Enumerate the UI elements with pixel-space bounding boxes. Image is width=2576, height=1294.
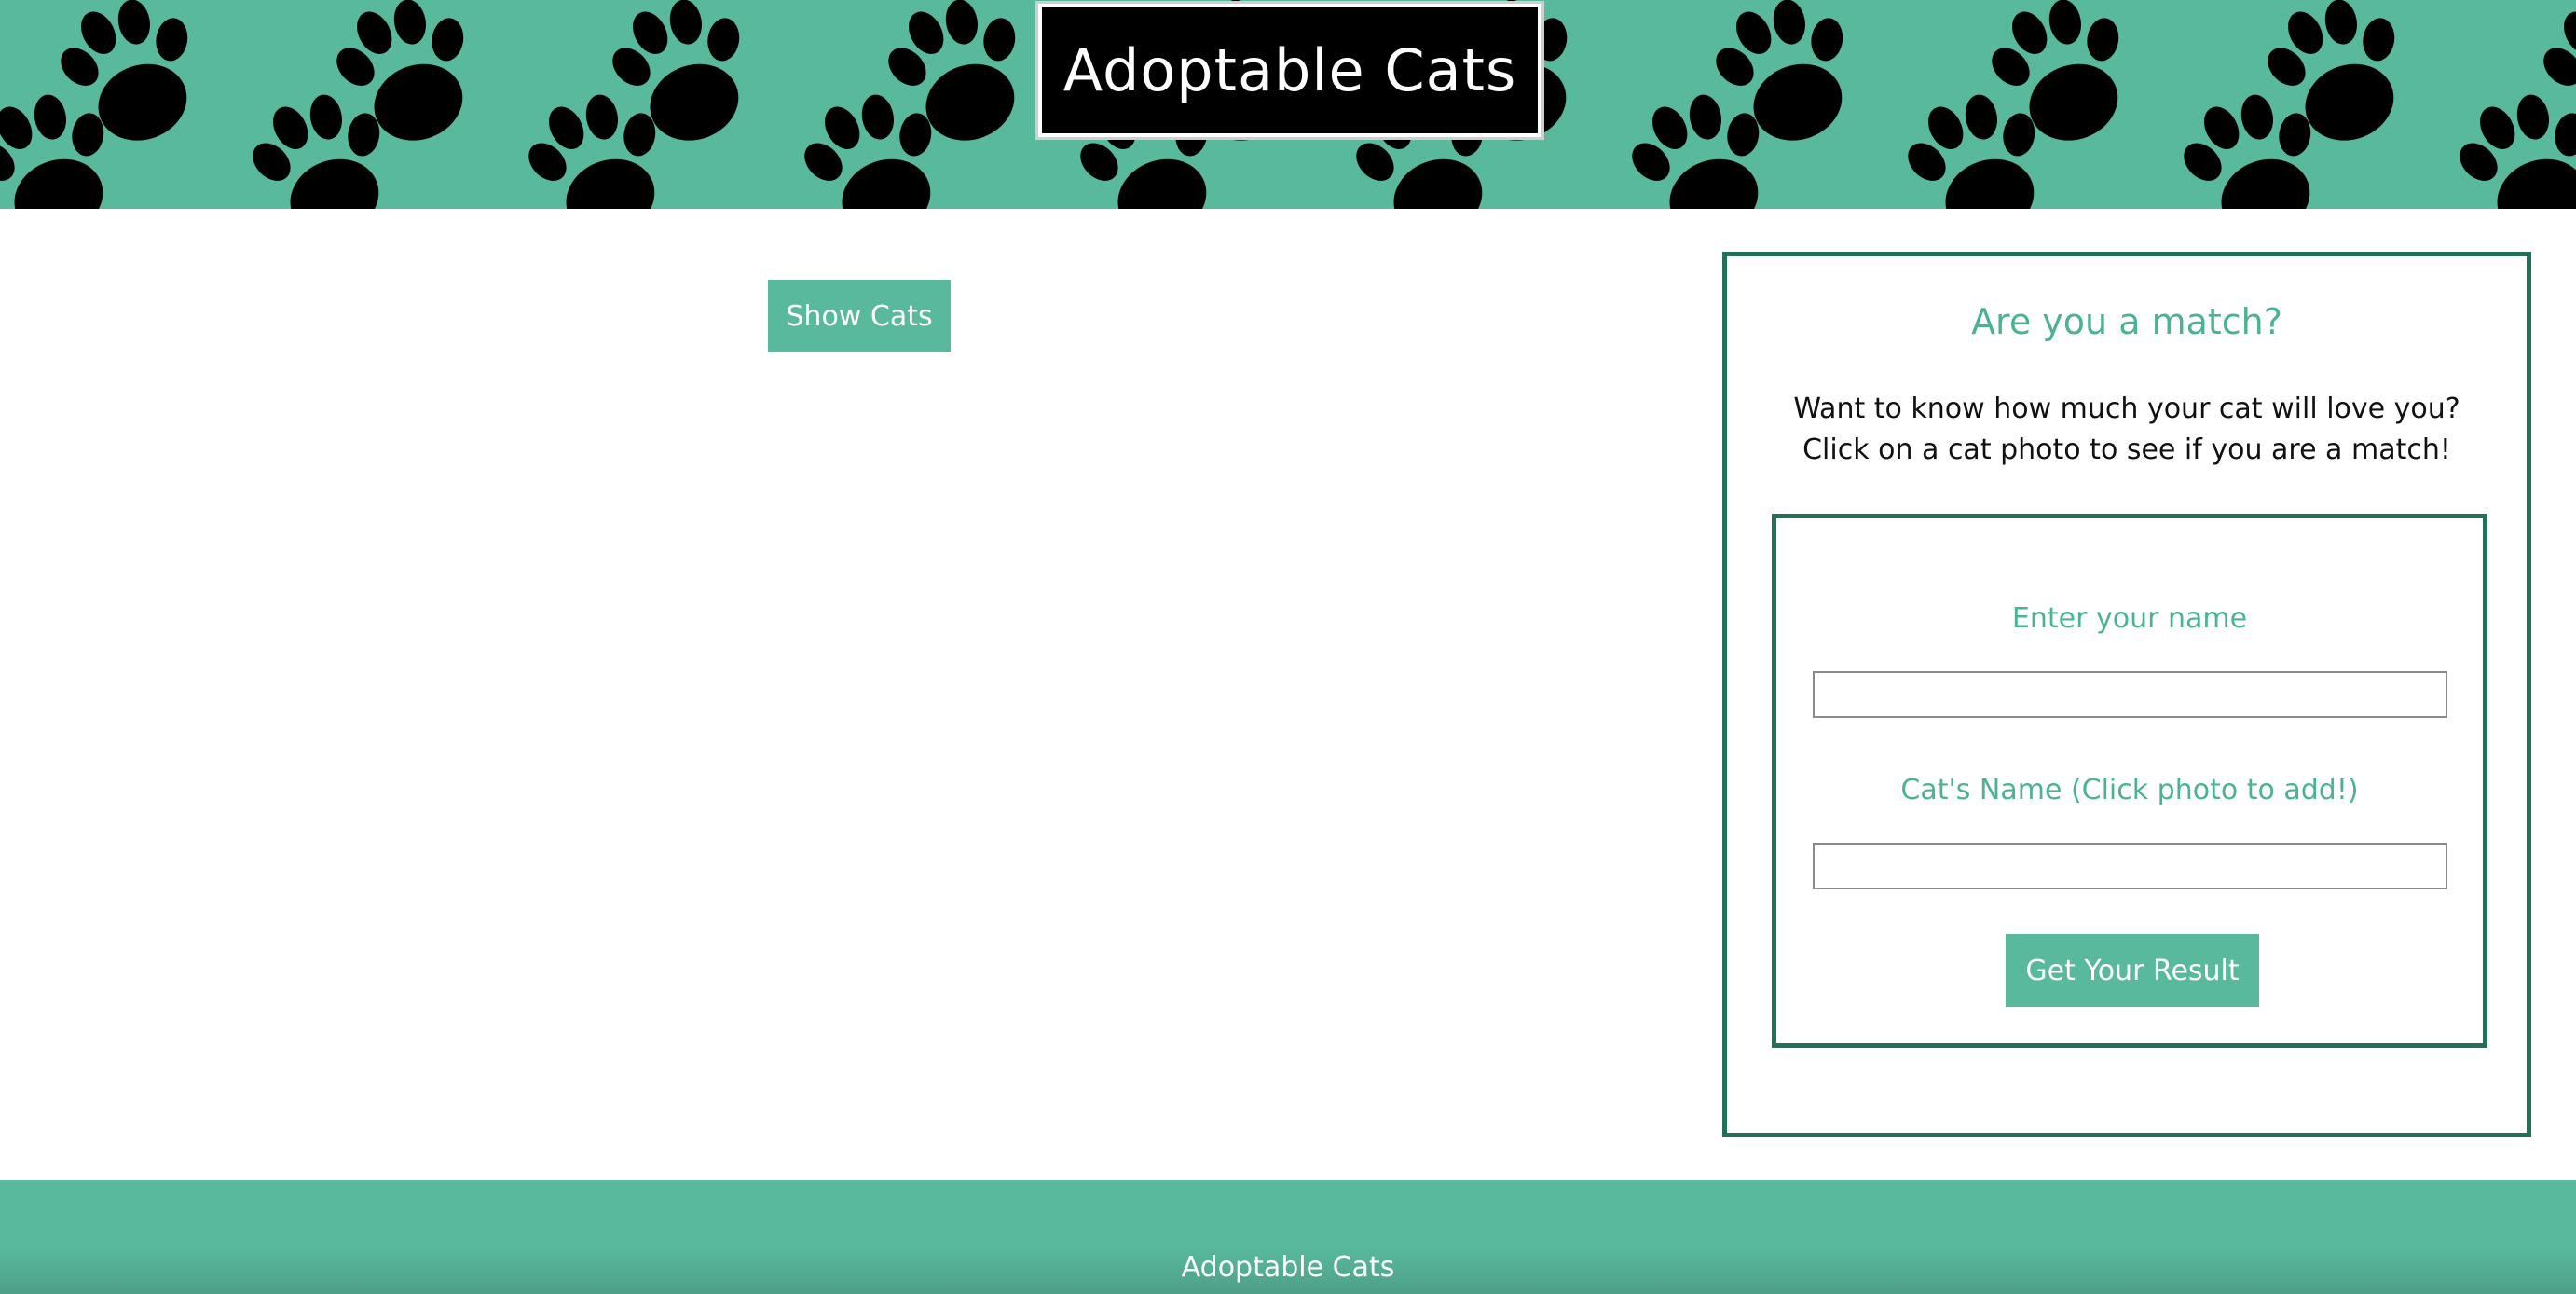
match-description-line-2: Click on a cat photo to see if you are a…	[1802, 434, 2451, 466]
paw-print-icon	[592, 0, 776, 161]
match-panel: Are you a match? Want to know how much y…	[1722, 252, 2531, 1137]
show-cats-button[interactable]: Show Cats	[768, 280, 951, 352]
site-footer: Adoptable Cats	[0, 1180, 2576, 1294]
name-field-label: Enter your name	[2011, 602, 2248, 635]
match-panel-description: Want to know how much your cat will love…	[1746, 389, 2508, 471]
paw-print-icon	[2439, 74, 2576, 209]
site-title-box: Adoptable Cats	[1035, 1, 1544, 140]
get-result-button[interactable]: Get Your Result	[2006, 934, 2259, 1007]
paw-print-icon	[2247, 0, 2432, 161]
paw-print-icon	[40, 0, 225, 161]
paw-print-icon	[1971, 0, 2156, 161]
paw-print-icon	[316, 0, 500, 161]
cat-name-input[interactable]	[1813, 843, 2447, 889]
name-input[interactable]	[1813, 671, 2447, 718]
paw-print-icon	[1695, 0, 1880, 161]
footer-text: Adoptable Cats	[1181, 1251, 1395, 1284]
site-title: Adoptable Cats	[1062, 36, 1517, 104]
match-description-line-1: Want to know how much your cat will love…	[1793, 392, 2460, 425]
match-form: Enter your name Cat's Name (Click photo …	[1772, 514, 2487, 1048]
match-panel-title: Are you a match?	[1971, 301, 2282, 342]
site-header: Adoptable Cats	[0, 0, 2576, 209]
paw-print-icon	[868, 0, 1052, 161]
cat-name-field-label: Cat's Name (Click photo to add!)	[1900, 774, 2359, 806]
